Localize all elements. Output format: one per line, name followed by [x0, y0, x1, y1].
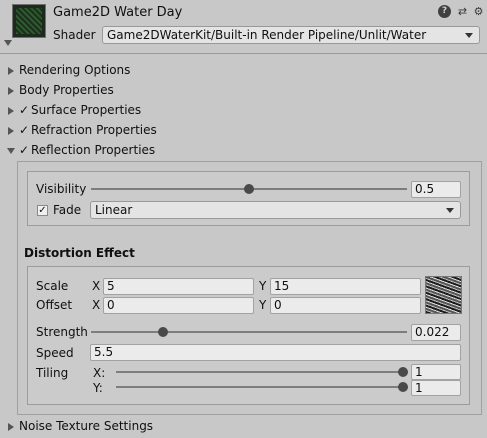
offset-y-value: 0	[274, 298, 282, 312]
scale-x-label: X	[92, 279, 101, 293]
foldout-arrow-icon	[8, 423, 14, 431]
foldout-arrow-icon	[8, 127, 14, 135]
speed-field[interactable]: 5.5	[90, 344, 461, 361]
foldout-label: Noise Texture Settings	[19, 419, 154, 433]
slider-thumb[interactable]	[398, 382, 408, 392]
offset-x-field[interactable]: 0	[103, 297, 254, 314]
speed-value: 5.5	[94, 345, 114, 359]
header-divider	[0, 53, 487, 54]
offset-y-field[interactable]: 0	[270, 297, 421, 314]
help-icon[interactable]: ?	[438, 5, 451, 18]
tiling-x-field[interactable]: 1	[411, 364, 461, 380]
scale-x-value: 5	[107, 279, 115, 293]
material-title: Game2D Water Day	[53, 5, 183, 20]
tiling-y-label: Y:	[93, 381, 103, 395]
scale-label: Scale	[36, 279, 69, 293]
visibility-value: 0.5	[415, 182, 435, 196]
foldout-refraction-properties[interactable]: ✓ Refraction Properties	[0, 122, 487, 140]
surface-enabled-checkmark[interactable]: ✓	[19, 104, 29, 117]
fade-mode-dropdown[interactable]: Linear	[90, 201, 461, 219]
visibility-label: Visibility	[36, 182, 87, 196]
noise-texture-thumbnail[interactable]	[425, 276, 462, 314]
scale-y-label: Y	[259, 279, 267, 293]
shader-label: Shader	[53, 28, 96, 42]
offset-y-label: Y	[259, 298, 267, 312]
visibility-slider[interactable]	[91, 181, 407, 197]
material-preview-thumbnail[interactable]	[12, 4, 46, 38]
shader-dropdown-value: Game2DWaterKit/Built-in Render Pipeline/…	[107, 28, 427, 42]
offset-x-label: X	[92, 298, 101, 312]
preset-icon[interactable]: ⇄	[456, 5, 469, 18]
scale-y-value: 15	[274, 279, 290, 293]
distortion-effect-heading: Distortion Effect	[24, 246, 135, 260]
foldout-arrow-icon	[8, 67, 14, 75]
foldout-label: Refraction Properties	[31, 123, 157, 137]
speed-label: Speed	[36, 346, 74, 360]
scale-y-field[interactable]: 15	[270, 278, 421, 295]
settings-icon[interactable]: ⚙	[472, 5, 485, 18]
foldout-arrow-icon	[8, 107, 14, 115]
header-foldout-arrow[interactable]	[4, 40, 12, 46]
tiling-x-slider[interactable]	[116, 364, 408, 380]
foldout-surface-properties[interactable]: ✓ Surface Properties	[0, 102, 487, 120]
tiling-y-value: 1	[415, 381, 423, 395]
fade-checkbox[interactable]: ✓	[37, 205, 48, 216]
fade-mode-value: Linear	[95, 203, 133, 217]
foldout-body-properties[interactable]: Body Properties	[0, 82, 487, 100]
foldout-label: Surface Properties	[31, 103, 142, 117]
slider-track	[116, 386, 408, 388]
slider-track	[91, 331, 407, 333]
tiling-y-field[interactable]: 1	[411, 380, 461, 396]
foldout-label: Body Properties	[19, 83, 114, 97]
visibility-value-field[interactable]: 0.5	[411, 181, 461, 198]
offset-x-value: 0	[107, 298, 115, 312]
slider-track	[116, 371, 408, 373]
slider-thumb[interactable]	[244, 184, 254, 194]
foldout-arrow-icon	[8, 87, 14, 95]
tiling-y-slider[interactable]	[116, 379, 408, 395]
strength-label: Strength	[36, 325, 88, 339]
chevron-down-icon	[446, 208, 454, 213]
foldout-rendering-options[interactable]: Rendering Options	[0, 62, 487, 80]
foldout-label: Reflection Properties	[31, 143, 156, 157]
foldout-reflection-properties[interactable]: ✓ Reflection Properties	[0, 142, 487, 160]
foldout-label: Rendering Options	[19, 63, 131, 77]
scale-x-field[interactable]: 5	[103, 278, 254, 295]
checkmark-icon: ✓	[38, 205, 47, 216]
fade-label: Fade	[53, 203, 82, 217]
offset-label: Offset	[36, 298, 73, 312]
strength-slider[interactable]	[91, 324, 407, 340]
strength-value: 0.022	[415, 325, 450, 339]
slider-thumb[interactable]	[158, 327, 169, 337]
foldout-arrow-icon	[7, 148, 15, 154]
reflection-enabled-checkmark[interactable]: ✓	[19, 144, 29, 157]
tiling-x-label: X:	[93, 366, 106, 380]
foldout-noise-texture-settings[interactable]: Noise Texture Settings	[0, 418, 487, 436]
tiling-label: Tiling	[36, 366, 69, 380]
slider-thumb[interactable]	[398, 367, 408, 377]
tiling-x-value: 1	[415, 365, 423, 379]
strength-value-field[interactable]: 0.022	[411, 324, 461, 341]
shader-dropdown[interactable]: Game2DWaterKit/Built-in Render Pipeline/…	[102, 26, 480, 44]
refraction-enabled-checkmark[interactable]: ✓	[19, 124, 29, 137]
chevron-down-icon	[465, 33, 473, 38]
